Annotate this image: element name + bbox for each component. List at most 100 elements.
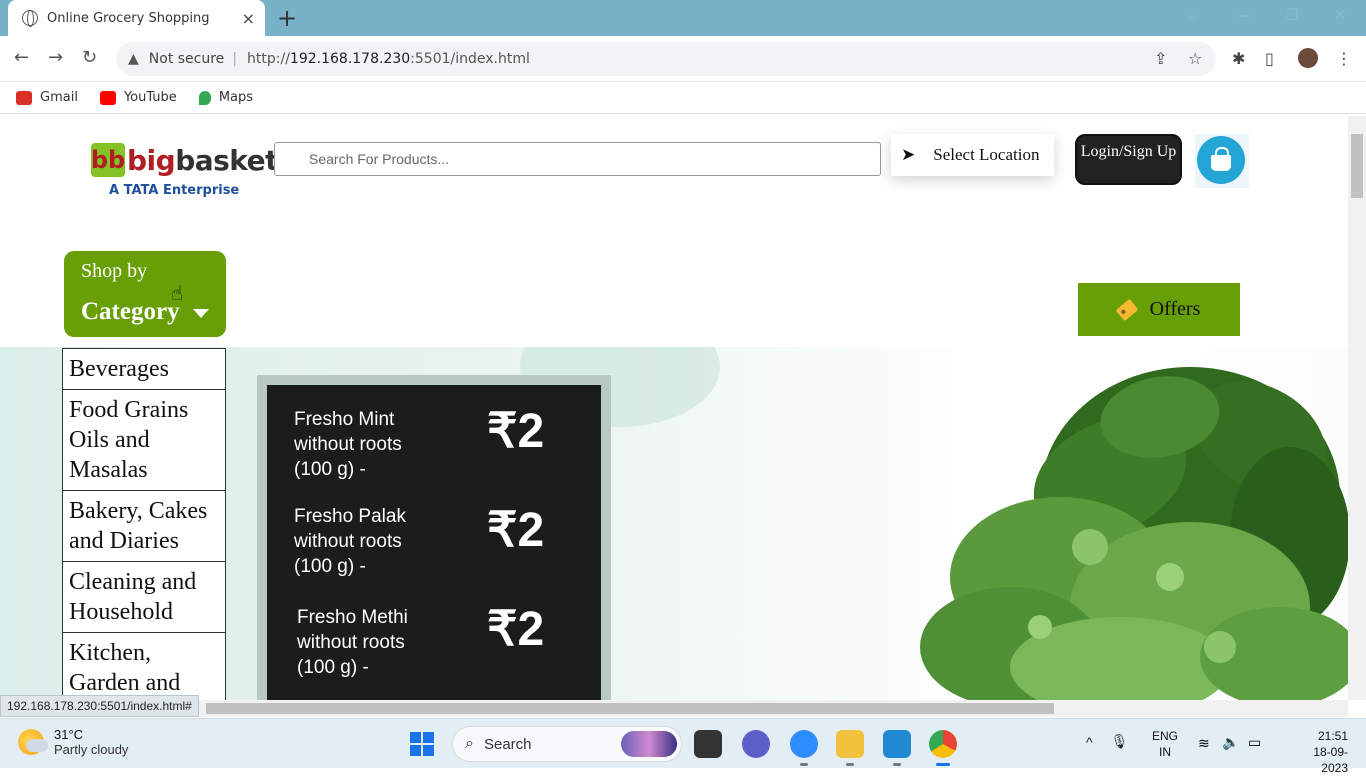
bookmark-label: YouTube	[123, 90, 177, 105]
bookmarks-bar: Gmail YouTube Maps	[0, 82, 1366, 114]
url-prefix: http://	[247, 51, 290, 67]
temperature: 31°C	[54, 727, 84, 742]
banner-item-price: ₹2	[487, 504, 545, 557]
location-arrow-icon: ➤	[901, 145, 916, 164]
location-label: Select Location	[933, 145, 1040, 164]
url-host: 192.168.178.230	[289, 51, 411, 67]
browser-tab-strip: Online Grocery Shopping × + ⌵ — ❐ ✕	[0, 0, 1366, 36]
weather-condition: Partly cloudy	[54, 742, 129, 757]
search-highlight-image	[621, 731, 677, 757]
security-label[interactable]: Not secure	[149, 51, 225, 67]
side-panel-icon[interactable]: ▯	[1265, 49, 1274, 68]
omnibox-separator: |	[232, 51, 238, 67]
zoom-icon[interactable]	[790, 730, 818, 766]
share-icon[interactable]: ⇪	[1154, 49, 1167, 68]
region-code: IN	[1159, 745, 1171, 759]
banner-item-name: Fresho Mint without roots (100 g) -	[294, 409, 402, 480]
reload-icon[interactable]: ↻	[82, 47, 97, 68]
language-code: ENG	[1152, 729, 1179, 743]
system-tray: ^ 🎙	[1086, 733, 1128, 750]
language-indicator[interactable]: ENG IN	[1152, 728, 1178, 760]
windows-taskbar: 31°C Partly cloudy ⌕ Search ^ 🎙 ENG IN ≋…	[0, 718, 1366, 775]
banner-item-name: Fresho Methi without roots (100 g) -	[297, 607, 408, 678]
shop-by-category-button[interactable]: Shop by Category	[64, 251, 226, 337]
price-card: Fresho Mint without roots (100 g) - ₹2 F…	[267, 385, 601, 700]
category-item-bakery[interactable]: Bakery, Cakes and Diaries	[63, 491, 225, 562]
bookmark-star-icon[interactable]: ☆	[1188, 49, 1202, 68]
category-label: Category	[81, 298, 180, 325]
start-button[interactable]	[410, 732, 434, 756]
tab-close-icon[interactable]: ×	[242, 9, 255, 28]
chevron-up-icon[interactable]: ^	[1086, 734, 1093, 750]
offers-button[interactable]: Offers	[1078, 283, 1240, 336]
tab-title: Online Grocery Shopping	[47, 10, 210, 26]
leafy-greens-image	[920, 367, 1348, 700]
back-arrow-icon[interactable]: ←	[14, 47, 29, 68]
category-item-beverages[interactable]: Beverages	[63, 349, 225, 390]
search-input[interactable]	[274, 142, 881, 176]
vertical-scroll-thumb[interactable]	[1351, 134, 1363, 198]
shopping-bag-icon	[1211, 147, 1231, 171]
youtube-icon	[99, 90, 116, 105]
globe-icon	[22, 10, 38, 27]
forward-arrow-icon[interactable]: →	[48, 47, 63, 68]
logo-word-big: big	[127, 143, 176, 177]
horizontal-scrollbar[interactable]	[0, 700, 1348, 717]
window-close-button[interactable]: ✕	[1334, 6, 1347, 24]
task-view-icon[interactable]	[694, 730, 722, 758]
warning-icon: ▲	[128, 51, 139, 67]
category-dropdown: Beverages Food Grains Oils and Masalas B…	[62, 348, 226, 700]
logo-wordmark: bigbasket	[127, 143, 279, 177]
bigbasket-logo[interactable]: bb bigbasket A TATA Enterprise	[91, 143, 279, 198]
price-tag-icon	[1115, 298, 1139, 321]
maps-icon	[198, 90, 211, 105]
clock-time: 21:51	[1317, 729, 1348, 743]
weather-widget[interactable]: 31°C Partly cloudy	[18, 727, 128, 757]
bookmark-youtube[interactable]: YouTube	[99, 90, 177, 105]
gmail-icon	[16, 90, 32, 105]
banner-item-price: ₹2	[487, 603, 545, 656]
shop-by-label: Shop by	[81, 260, 148, 282]
hand-cursor-icon: ☝	[171, 281, 184, 305]
wifi-icon[interactable]: ≋	[1198, 735, 1210, 752]
file-explorer-icon[interactable]	[836, 730, 864, 766]
login-signup-button[interactable]: Login/Sign Up	[1075, 134, 1182, 185]
minimize-button[interactable]: —	[1236, 6, 1251, 24]
status-url-bubble: 192.168.178.230:5501/index.html#	[0, 695, 199, 717]
battery-icon[interactable]: ▭	[1248, 734, 1261, 751]
category-item-cleaning[interactable]: Cleaning and Household	[63, 562, 225, 633]
omnibox[interactable]: ▲ Not secure | http://192.168.178.230:55…	[116, 42, 1216, 76]
extensions-icon[interactable]: ✱	[1232, 49, 1245, 68]
tab-search-icon[interactable]: ⌵	[1187, 6, 1198, 24]
profile-avatar[interactable]	[1298, 48, 1318, 68]
microphone-icon[interactable]: 🎙	[1111, 733, 1129, 750]
bookmark-maps[interactable]: Maps	[198, 90, 254, 105]
menu-kebab-icon[interactable]: ⋮	[1336, 49, 1352, 68]
volume-icon[interactable]: 🔈	[1222, 734, 1239, 751]
banner-item-price: ₹2	[487, 405, 545, 458]
cart-button[interactable]	[1195, 134, 1249, 188]
logo-tagline: A TATA Enterprise	[109, 183, 240, 198]
bookmark-gmail[interactable]: Gmail	[16, 90, 78, 105]
bookmark-label: Maps	[218, 90, 254, 105]
clock-date: 18-09-2023	[1313, 745, 1348, 775]
bookmark-label: Gmail	[40, 90, 78, 105]
logo-word-basket: basket	[175, 143, 279, 177]
select-location-button[interactable]: ➤ Select Location	[891, 134, 1054, 176]
vertical-scrollbar[interactable]	[1348, 116, 1366, 700]
browser-tab[interactable]: Online Grocery Shopping ×	[8, 0, 265, 36]
logo-mark: bb	[91, 143, 125, 177]
weather-icon	[18, 729, 48, 755]
category-item-kitchen[interactable]: Kitchen, Garden and	[63, 633, 225, 700]
category-item-food-grains[interactable]: Food Grains Oils and Masalas	[63, 390, 225, 491]
chrome-icon[interactable]	[929, 730, 957, 766]
banner-item-name: Fresho Palak without roots (100 g) -	[294, 506, 406, 577]
taskbar-search[interactable]: ⌕ Search	[452, 726, 682, 762]
page-viewport: bb bigbasket A TATA Enterprise ➤ Select …	[0, 116, 1348, 700]
new-tab-button[interactable]: +	[277, 4, 297, 32]
horizontal-scroll-thumb[interactable]	[206, 703, 1054, 714]
restore-button[interactable]: ❐	[1285, 6, 1298, 24]
vscode-icon[interactable]	[883, 730, 911, 766]
teams-chat-icon[interactable]	[742, 730, 770, 758]
clock[interactable]: 21:51 18-09-2023	[1302, 728, 1348, 776]
